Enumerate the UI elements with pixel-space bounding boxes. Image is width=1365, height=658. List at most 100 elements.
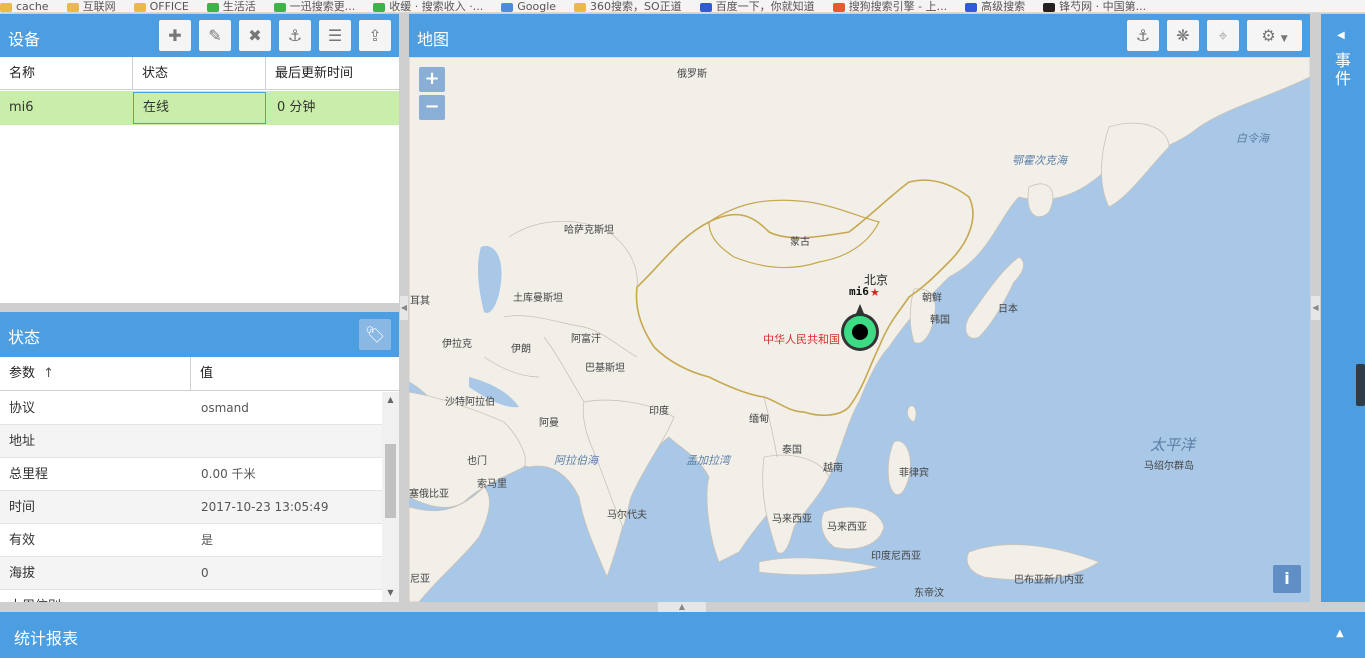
edge-handle[interactable] [1356, 364, 1365, 406]
map-label-somalia: 索马里 [477, 479, 507, 490]
zoom-out-button[interactable]: − [419, 95, 445, 120]
bookmark-label: 高级搜索 [981, 0, 1026, 13]
devices-panel: 设备 ✚ ✎ ✖ ⚓ ☰ ⇪ 名称 状态 最后更新时间 mi6 在线 0 分钟 [0, 14, 399, 303]
map-title: 地图 [417, 30, 450, 49]
command-button[interactable]: ☰ [319, 20, 351, 51]
bookmark-item[interactable]: 一迅搜索更... [273, 0, 356, 13]
map-label-saudi: 沙特阿拉伯 [445, 397, 495, 408]
column-param-label: 参数 [9, 366, 36, 381]
bookmark-label: 锋芍网 · 中国第... [1059, 0, 1147, 13]
panel-splitter[interactable] [0, 303, 399, 312]
bookmark-item[interactable]: Google [501, 0, 557, 13]
status-row[interactable]: 地址 [0, 425, 382, 458]
bookmark-icon [699, 2, 712, 12]
zoom-in-button[interactable]: + [419, 67, 445, 92]
status-value: 2017-10-23 13:05:49 [201, 500, 329, 514]
collapse-left-icon[interactable]: ◀ [400, 296, 408, 320]
status-panel: 状态 🏷 参数 ↑ 值 协议 osmand 地址 总里程 0.00 千米 时间 2017-1… [0, 312, 399, 602]
scroll-down-icon[interactable]: ▼ [382, 588, 399, 597]
bookmark-item[interactable]: 360搜索，SO正道 [574, 0, 682, 12]
status-row[interactable]: 协议 osmand [0, 392, 382, 425]
status-row[interactable]: 有效 是 [0, 524, 382, 557]
link-geofence-button[interactable]: ⚓ [279, 20, 311, 51]
bottom-splitter[interactable]: ▲ [0, 602, 1365, 612]
bookmark-item[interactable]: 收缓 · 搜索收入 ·... [373, 0, 483, 12]
devices-title: 设备 [8, 30, 41, 49]
bookmark-label: Google [517, 0, 557, 13]
bookmark-icon [0, 2, 12, 12]
column-last-update[interactable]: 最后更新时间 [266, 57, 399, 90]
devices-grid-header: 名称 状态 最后更新时间 [0, 57, 399, 90]
bookmark-item[interactable]: 互联网 [66, 0, 116, 13]
expand-up-icon[interactable]: ▲ [1336, 628, 1344, 639]
reports-panel[interactable]: 统计报表 ▲ [0, 612, 1365, 658]
events-title: 事件 [1334, 51, 1351, 88]
map-label-japan: 日本 [998, 304, 1018, 315]
map-geofence-button[interactable]: ⚓ [1127, 20, 1159, 51]
tag-icon: 🏷 [364, 325, 386, 344]
map-info-button[interactable]: i [1273, 565, 1301, 593]
caret-down-icon: ▼ [1280, 34, 1288, 44]
status-value: 是 [201, 533, 214, 547]
device-row[interactable]: mi6 在线 0 分钟 [0, 91, 399, 125]
bookmark-label: 一迅搜索更... [289, 0, 356, 13]
expand-reports-icon[interactable]: ▲ [658, 602, 706, 612]
bookmark-icon [273, 2, 286, 12]
vertical-splitter[interactable]: ◀ [399, 14, 409, 602]
bookmark-item[interactable]: 锋芍网 · 中国第... [1043, 0, 1147, 13]
status-row[interactable]: 总里程 0.00 千米 [0, 458, 382, 491]
status-param: 有效 [9, 533, 36, 548]
column-value[interactable]: 值 [191, 357, 399, 391]
right-splitter[interactable]: ◀ [1310, 14, 1321, 602]
bookmark-icon [133, 2, 146, 12]
map-label-ethiopia: 塞俄比亚 [409, 489, 449, 500]
pencil-icon: ✎ [208, 26, 222, 45]
map-follow-button[interactable]: ❋ [1167, 20, 1199, 51]
map-label-india: 印度 [649, 406, 669, 417]
scroll-up-icon[interactable]: ▲ [382, 395, 399, 404]
bookmark-item[interactable]: cache [0, 0, 49, 12]
bookmark-item[interactable]: 高级搜索 [965, 0, 1026, 13]
scroll-thumb[interactable] [385, 444, 396, 518]
attributes-button[interactable]: 🏷 [359, 319, 391, 350]
remove-device-button[interactable]: ✖ [239, 20, 271, 51]
expand-events-icon[interactable]: ◀ [1337, 30, 1345, 41]
send-command-button[interactable]: ⇪ [359, 20, 391, 51]
bookmark-item[interactable]: 百度一下，你就知道 [699, 0, 815, 12]
column-name[interactable]: 名称 [0, 57, 133, 90]
status-row[interactable]: 大周信别 [0, 590, 382, 602]
collapse-right-icon[interactable]: ◀ [1311, 296, 1320, 320]
status-param: 海拔 [9, 566, 36, 581]
bookmark-item[interactable]: 生活活 [206, 0, 256, 13]
crosshair-icon: ⌖ [1218, 26, 1228, 45]
bookmark-label: OFFICE [149, 0, 189, 13]
column-status[interactable]: 状态 [133, 57, 266, 90]
events-panel[interactable]: ◀ 事件 [1321, 14, 1365, 602]
bookmark-item[interactable]: 搜狗搜索引擎 - 上... [832, 0, 947, 12]
bookmark-item[interactable]: OFFICE [133, 0, 189, 13]
bookmark-icon [574, 2, 587, 12]
bookmark-label: 生活活 [222, 0, 256, 13]
status-param: 协议 [9, 401, 36, 416]
status-scrollbar[interactable]: ▲ ▼ [382, 392, 399, 602]
map-label-indonesia: 印度尼西亚 [871, 551, 921, 562]
map-label-marshall: 马绍尔群岛 [1144, 461, 1194, 472]
bookmark-icon [832, 2, 845, 12]
map-label-bay-bengal: 孟加拉湾 [686, 454, 730, 467]
link-icon: ⚓ [287, 26, 303, 45]
map-label-pakistan: 巴基斯坦 [585, 363, 625, 374]
add-device-button[interactable]: ✚ [159, 20, 191, 51]
status-row[interactable]: 时间 2017-10-23 13:05:49 [0, 491, 382, 524]
device-marker[interactable] [837, 302, 883, 354]
map-header: 地图 ⚓ ❋ ⌖ ⚙ ▼ [409, 14, 1310, 57]
edit-device-button[interactable]: ✎ [199, 20, 231, 51]
map-label-png: 巴布亚新几内亚 [1014, 575, 1084, 586]
map-locate-button[interactable]: ⌖ [1207, 20, 1239, 51]
link-icon: ⚓ [1135, 26, 1151, 45]
bookmark-label: 互联网 [82, 0, 116, 13]
status-row[interactable]: 海拔 0 [0, 557, 382, 590]
map-label-korea-n: 朝鲜 [922, 293, 942, 304]
map-settings-button[interactable]: ⚙ ▼ [1247, 20, 1302, 51]
column-param[interactable]: 参数 ↑ [0, 357, 191, 391]
map-canvas[interactable]: + − 俄罗斯 鄂霍次克海 白令海 哈萨克斯坦 蒙古 北京 ★ 中华人民共和国 … [409, 57, 1310, 602]
